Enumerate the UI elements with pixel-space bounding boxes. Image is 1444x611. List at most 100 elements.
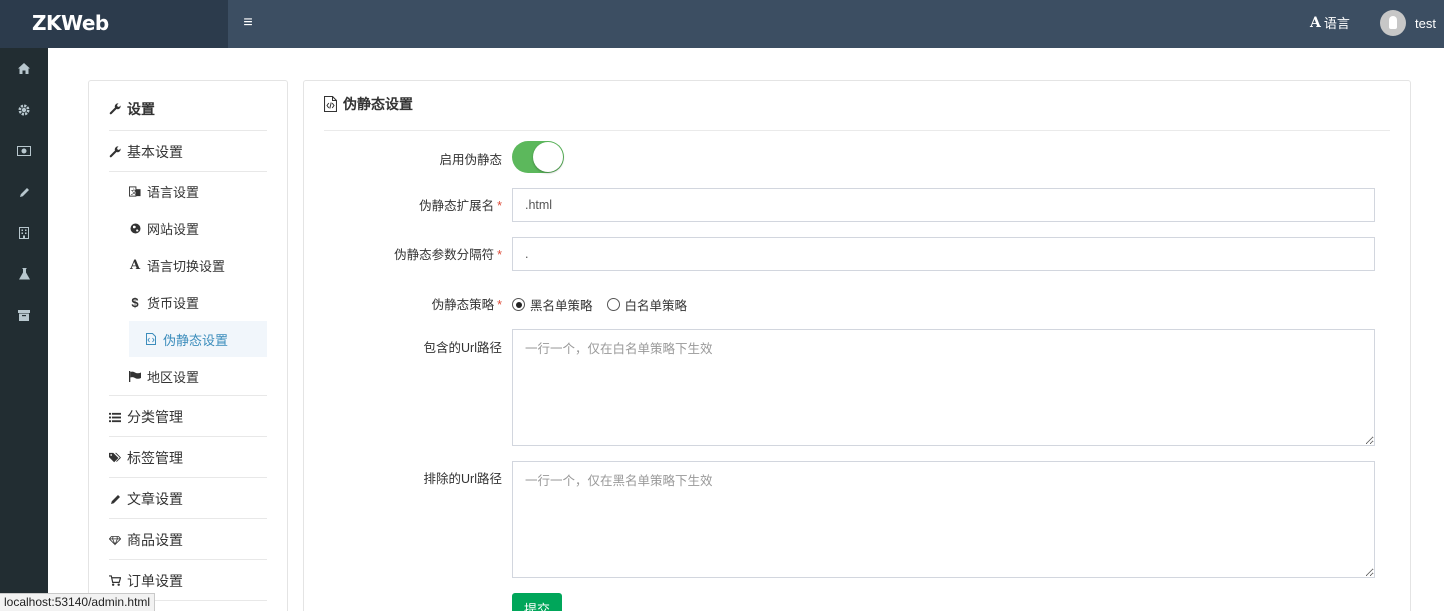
menu-item-product-settings[interactable]: 商品设置 [109,530,267,550]
wrench-icon [109,102,121,116]
menu-item-article-settings[interactable]: 文章设置 [109,489,267,509]
tags-icon [109,451,121,465]
required-mark: * [497,248,502,262]
pencil-icon [109,492,121,506]
label-text: 伪静态参数分隔符 [394,248,495,262]
menu-item-language-settings[interactable]: 文 语言设置 [129,181,267,201]
separator-input[interactable] [512,237,1375,271]
menu-item-label: 标签管理 [127,450,183,466]
exclude-paths-textarea[interactable] [512,461,1375,578]
radio-circle[interactable] [512,298,525,311]
list-icon [109,410,121,424]
whitelist-radio[interactable]: 白名单策略 [606,295,688,314]
menu-item-label: 伪静态设置 [163,332,229,348]
strategy-label: 伪静态策略 * [304,294,502,313]
divider [109,518,267,519]
rewrite-settings-panel: 伪静态设置 启用伪静态 伪静态扩展名* 伪静态参数分隔符* 伪静态策略* 黑名单… [303,80,1411,611]
menu-item-label: 语言设置 [147,184,200,200]
sidebar-toggle-icon[interactable]: ≡ [238,12,258,34]
menu-item-tag-management[interactable]: 标签管理 [109,448,267,468]
menu-item-language-switch-settings[interactable]: A 语言切换设置 [129,255,267,275]
extension-input[interactable] [512,188,1375,222]
menu-item-basic-settings[interactable]: 基本设置 [109,142,267,162]
dollar-icon: $ [131,294,139,310]
home-icon[interactable] [0,56,48,80]
required-mark: * [497,298,502,312]
strategy-radio-group: 黑名单策略 白名单策略 [512,295,701,314]
divider [109,171,267,172]
submit-button[interactable]: 提交 [512,593,562,611]
wrench-icon [109,145,121,159]
radio-label: 白名单策略 [624,299,688,313]
divider [109,395,267,396]
gear-icon[interactable] [0,98,48,122]
enable-rewrite-label: 启用伪静态 [304,149,502,168]
language-label: 语言 [1323,16,1350,31]
menu-item-category-management[interactable]: 分类管理 [109,407,267,427]
label-text: 伪静态策略 [431,298,495,312]
label-text: 排除的Url路径 [423,472,502,486]
language-icon: 文 [129,184,141,198]
divider [109,130,267,131]
flask-icon[interactable] [0,262,48,286]
divider [109,436,267,437]
label-text: 伪静态扩展名 [419,199,495,213]
file-code-icon [145,332,157,346]
menu-item-order-settings[interactable]: 订单设置 [109,571,267,591]
enable-rewrite-toggle[interactable] [512,141,564,173]
user-menu[interactable]: test [1380,10,1436,36]
blacklist-radio[interactable]: 黑名单策略 [512,295,593,314]
toggle-knob [533,142,563,172]
menu-title-label: 设置 [127,101,155,117]
menu-title: 设置 [109,99,267,119]
globe-icon [129,221,141,235]
browser-status-url: localhost:53140/admin.html [0,593,156,611]
brand-logo[interactable]: ZKWeb Framework [0,0,228,81]
divider [324,130,1390,131]
include-paths-textarea[interactable] [512,329,1375,446]
language-menu[interactable]: A 语言 [1310,13,1350,32]
radio-circle[interactable] [606,298,620,311]
menu-item-rewrite-settings[interactable]: 伪静态设置 [129,321,267,357]
menu-item-label: 商品设置 [127,532,183,548]
divider [109,477,267,478]
label-text: 包含的Url路径 [423,341,502,355]
file-code-icon [324,96,337,112]
required-mark: * [497,199,502,213]
menu-item-region-settings[interactable]: 地区设置 [129,366,267,386]
menu-item-label: 基本设置 [127,144,183,160]
include-paths-label: 包含的Url路径 [304,337,502,356]
menu-item-label: 地区设置 [147,369,200,385]
menu-item-label: 文章设置 [127,491,183,507]
building-icon[interactable] [0,221,48,245]
menu-item-label: 订单设置 [127,573,183,589]
archive-icon[interactable] [0,303,48,327]
font-icon: A [129,257,141,273]
panel-title-label: 伪静态设置 [343,96,413,112]
separator-label: 伪静态参数分隔符 * [304,244,502,263]
menu-item-label: 分类管理 [127,409,183,425]
radio-label: 黑名单策略 [530,299,593,313]
avatar [1380,10,1406,36]
main-content: 设置 基本设置 文 语言设置 网站设置 A 语言切换设置 $ 货币设置 伪静态设… [48,48,1444,611]
pencil-icon[interactable] [0,180,48,204]
cart-icon [109,574,121,588]
icon-sidebar [0,48,48,611]
diamond-icon [109,533,121,547]
username: test [1415,15,1436,31]
label-text: 启用伪静态 [439,153,502,167]
divider [109,559,267,560]
extension-label: 伪静态扩展名 * [304,195,502,214]
exclude-paths-label: 排除的Url路径 [304,468,502,487]
top-navbar: ZKWeb Framework ≡ A 语言 test [0,0,1444,81]
menu-item-currency-settings[interactable]: $ 货币设置 [129,292,267,312]
panel-title: 伪静态设置 [324,94,413,114]
menu-item-label: 网站设置 [147,221,200,237]
menu-item-label: 货币设置 [147,295,200,311]
money-icon[interactable] [0,139,48,163]
flag-icon [129,369,141,383]
settings-menu: 设置 基本设置 文 语言设置 网站设置 A 语言切换设置 $ 货币设置 伪静态设… [88,80,288,611]
font-icon: A [1310,14,1321,31]
menu-item-website-settings[interactable]: 网站设置 [129,218,267,238]
menu-item-label: 语言切换设置 [147,258,226,274]
